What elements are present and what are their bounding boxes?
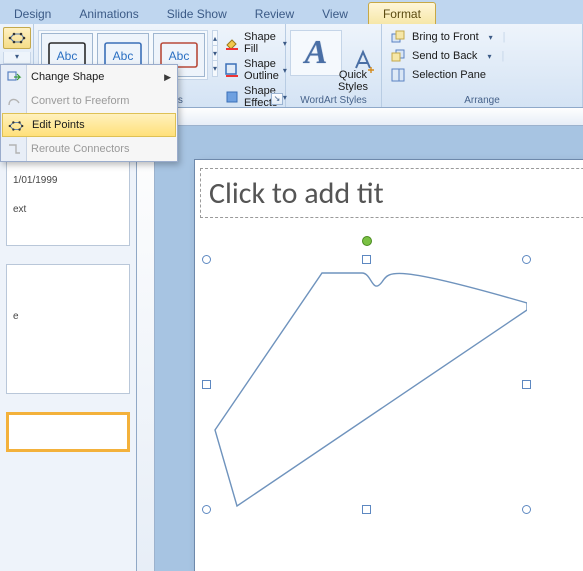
svg-text:Abc: Abc: [57, 49, 78, 63]
editor-area: www.java2s.com Click to add tit: [137, 108, 583, 571]
group-wordart-styles: A Quick Styles WordArt Styles: [286, 24, 382, 107]
ruler-horizontal: [137, 108, 583, 126]
thumb2-text: e: [13, 311, 123, 322]
resize-handle-ne[interactable]: [522, 255, 531, 264]
workspace: 1/01/1999 ext e www.java2s.com Click to …: [0, 108, 583, 571]
menu-reroute-connectors: Reroute Connectors: [1, 137, 177, 161]
resize-handle-nw[interactable]: [202, 255, 211, 264]
menu-convert-freeform-label: Convert to Freeform: [31, 95, 129, 107]
ribbon-tabs: Design Animations Slide Show Review View…: [0, 0, 583, 24]
send-to-back-button[interactable]: Send to Back ▾ |: [388, 47, 578, 65]
pencil-outline-icon: [224, 62, 240, 78]
wordart-gallery-thumb[interactable]: A: [290, 30, 342, 76]
thumb1-text: ext: [13, 204, 123, 215]
dropdown-arrow-icon[interactable]: ▾: [489, 33, 493, 42]
edit-shape-menu: Change Shape ▶ Convert to Freeform: [0, 64, 178, 162]
svg-text:Abc: Abc: [169, 49, 190, 63]
slide-thumb-3[interactable]: [6, 412, 130, 452]
thumb1-date: 1/01/1999: [13, 175, 123, 186]
convert-freeform-icon: [5, 92, 23, 110]
change-shape-icon: [5, 68, 23, 86]
svg-text:Abc: Abc: [113, 49, 134, 63]
reroute-icon: [5, 140, 23, 158]
shape-fill-label: Shape Fill: [244, 31, 279, 55]
slide-thumb-2[interactable]: e: [6, 264, 130, 394]
shape-fill-button[interactable]: Shape Fill ▾: [222, 30, 289, 56]
send-back-label: Send to Back: [412, 50, 477, 62]
tab-format[interactable]: Format: [368, 2, 436, 24]
gallery-down-icon[interactable]: ▾: [213, 46, 217, 61]
menu-reroute-label: Reroute Connectors: [31, 143, 129, 155]
tab-review[interactable]: Review: [241, 3, 308, 24]
resize-handle-se[interactable]: [522, 505, 531, 514]
freeform-shape-icon: [207, 260, 527, 510]
tab-view[interactable]: View: [308, 3, 362, 24]
group-label-arrange: Arrange: [382, 95, 582, 106]
gallery-more-icon[interactable]: ▾: [213, 61, 217, 76]
shape-styles-dialog-launcher[interactable]: ↘: [271, 93, 283, 105]
menu-edit-points[interactable]: Edit Points: [2, 113, 176, 137]
bring-front-label: Bring to Front: [412, 31, 479, 43]
selected-shape[interactable]: [207, 260, 527, 510]
edit-shape-button[interactable]: [3, 27, 31, 49]
quick-styles-label[interactable]: Quick Styles: [338, 69, 368, 93]
bring-to-front-button[interactable]: Bring to Front ▾ |: [388, 28, 578, 46]
resize-handle-s[interactable]: [362, 505, 371, 514]
group-label-wordart: WordArt Styles: [286, 95, 381, 106]
tab-animations[interactable]: Animations: [65, 3, 152, 24]
menu-change-shape-label: Change Shape: [31, 71, 104, 83]
selection-pane-label: Selection Pane: [412, 69, 486, 81]
dropdown-arrow-icon[interactable]: ▾: [487, 52, 491, 61]
selection-pane-button[interactable]: Selection Pane: [388, 66, 578, 84]
resize-handle-sw[interactable]: [202, 505, 211, 514]
ribbon: ▾ Change Shape ▶ Convert to Freeform: [0, 24, 583, 108]
slide[interactable]: Click to add tit: [195, 160, 583, 571]
menu-edit-points-label: Edit Points: [32, 119, 85, 131]
title-placeholder[interactable]: Click to add tit: [200, 168, 583, 218]
tab-design[interactable]: Design: [0, 3, 65, 24]
shape-style-scroll[interactable]: ▴ ▾ ▾: [212, 30, 218, 77]
resize-handle-e[interactable]: [522, 380, 531, 389]
slide-canvas[interactable]: www.java2s.com Click to add tit: [155, 126, 583, 571]
slides-panel[interactable]: 1/01/1999 ext e: [0, 108, 137, 571]
selection-pane-icon: [390, 67, 406, 83]
submenu-arrow-icon: ▶: [164, 72, 171, 83]
menu-change-shape[interactable]: Change Shape ▶: [1, 65, 177, 89]
menu-convert-freeform: Convert to Freeform: [1, 89, 177, 113]
ruler-vertical: [137, 126, 155, 571]
edit-points-icon: [7, 117, 25, 135]
bring-front-icon: [390, 29, 406, 45]
resize-handle-n[interactable]: [362, 255, 371, 264]
group-arrange: Bring to Front ▾ | Send to Back ▾ | Sele…: [382, 24, 583, 107]
send-back-icon: [390, 48, 406, 64]
edit-shape-group: ▾ Change Shape ▶ Convert to Freeform: [0, 24, 34, 107]
tab-slideshow[interactable]: Slide Show: [153, 3, 241, 24]
rotate-handle[interactable]: [362, 236, 372, 246]
shape-outline-label: Shape Outline: [244, 58, 279, 82]
shape-outline-button[interactable]: Shape Outline ▾: [222, 57, 289, 83]
resize-handle-w[interactable]: [202, 380, 211, 389]
paint-bucket-icon: [224, 35, 240, 51]
edit-shape-dropdown-arrow[interactable]: ▾: [3, 52, 31, 64]
gallery-up-icon[interactable]: ▴: [213, 31, 217, 46]
